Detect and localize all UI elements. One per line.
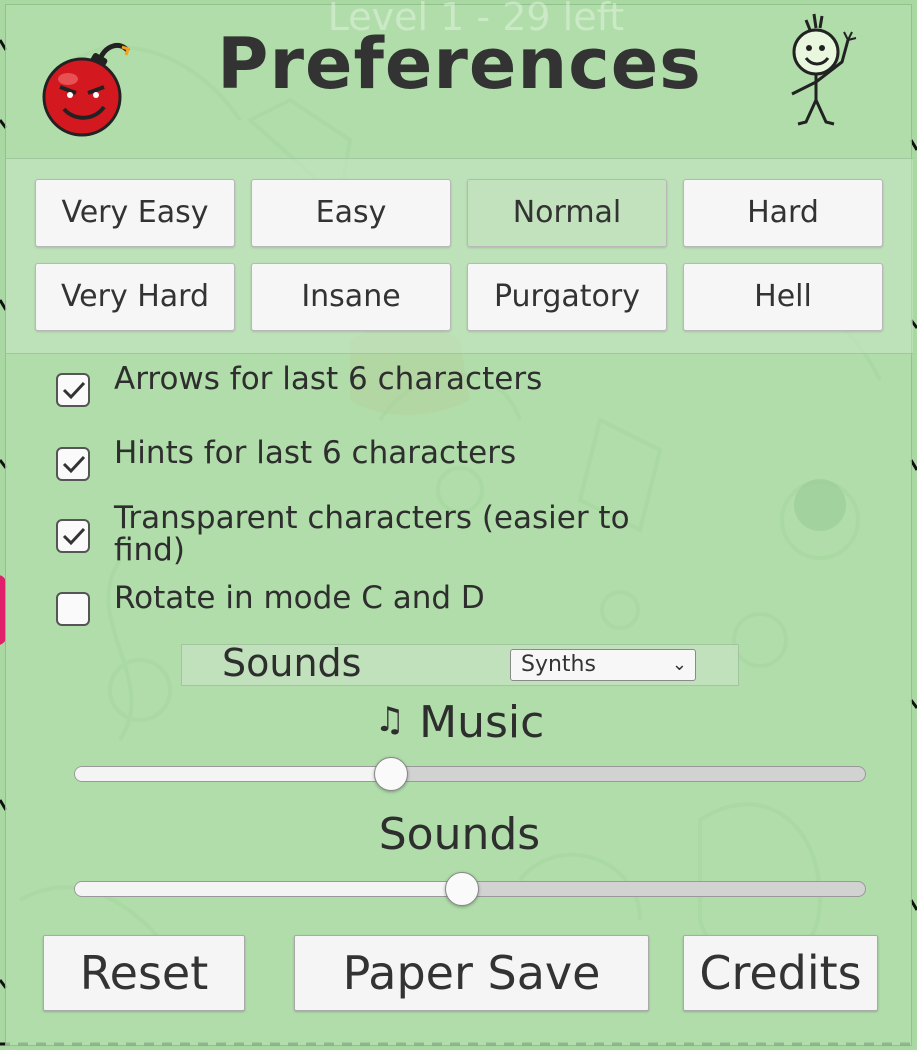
stick-figure-icon xyxy=(791,13,857,126)
checkmark-icon xyxy=(62,455,86,474)
reset-button[interactable]: Reset xyxy=(43,935,245,1011)
sounds-slider-title: Sounds xyxy=(378,809,541,860)
music-slider-title: ♫ Music xyxy=(6,697,913,748)
arrows-checkbox[interactable] xyxy=(56,373,90,407)
difficulty-normal-button[interactable]: Normal xyxy=(467,179,667,247)
sounds-slider-fill xyxy=(75,882,463,896)
checkmark-icon xyxy=(62,381,86,400)
chevron-down-icon: ⌄ xyxy=(671,654,687,675)
sounds-slider-thumb[interactable] xyxy=(445,872,480,906)
rotate-label: Rotate in mode C and D xyxy=(114,580,485,616)
checkmark-icon xyxy=(62,527,86,546)
difficulty-easy-button[interactable]: Easy xyxy=(251,179,451,247)
difficulty-insane-button[interactable]: Insane xyxy=(251,263,451,331)
difficulty-hell-button[interactable]: Hell xyxy=(683,263,883,331)
rotate-checkbox[interactable] xyxy=(56,592,90,626)
music-label: Music xyxy=(419,697,545,748)
music-slider[interactable] xyxy=(74,757,866,791)
music-note-icon: ♫ xyxy=(374,700,406,740)
sounds-select-label: Sounds xyxy=(222,641,362,685)
sounds-dropdown[interactable]: Synths ⌄ xyxy=(510,649,696,681)
difficulty-very-easy-button[interactable]: Very Easy xyxy=(35,179,235,247)
hints-checkbox[interactable] xyxy=(56,447,90,481)
sounds-volume-slider[interactable] xyxy=(74,872,866,906)
transparent-checkbox[interactable] xyxy=(56,519,90,553)
music-slider-fill xyxy=(75,767,391,781)
difficulty-selector: Very Easy Easy Normal Hard Very Hard Ins… xyxy=(6,158,913,354)
difficulty-very-hard-button[interactable]: Very Hard xyxy=(35,263,235,331)
transparent-label: Transparent characters (easier to find) xyxy=(114,500,630,568)
credits-button[interactable]: Credits xyxy=(683,935,878,1011)
preferences-dialog: Level 1 - 29 left Preferences Very Easy … xyxy=(5,0,913,1046)
arrows-label: Arrows for last 6 characters xyxy=(114,361,543,397)
difficulty-hard-button[interactable]: Hard xyxy=(683,179,883,247)
sounds-dropdown-value: Synths xyxy=(521,652,596,677)
sounds-select-row: Sounds Synths ⌄ xyxy=(181,641,739,686)
bomb-icon xyxy=(42,42,130,137)
difficulty-purgatory-button[interactable]: Purgatory xyxy=(467,263,667,331)
music-slider-thumb[interactable] xyxy=(374,757,408,791)
hints-label: Hints for last 6 characters xyxy=(114,435,517,471)
paper-save-button[interactable]: Paper Save xyxy=(294,935,649,1011)
